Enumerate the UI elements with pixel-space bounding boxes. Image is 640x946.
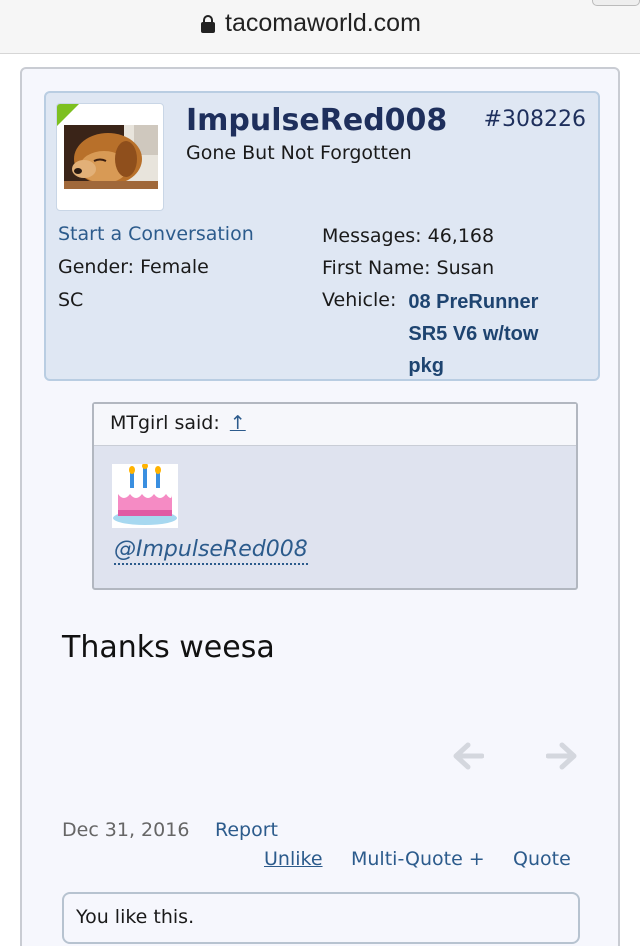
browser-url-bar[interactable]: tacomaworld.com: [0, 0, 640, 54]
unlike-link[interactable]: Unlike: [264, 848, 323, 870]
first-name-row: First Name: Susan: [322, 257, 568, 289]
arrow-left-icon[interactable]: [452, 741, 484, 771]
quote-header: MTgirl said: ↑: [94, 404, 576, 446]
avatar[interactable]: [56, 103, 164, 211]
vehicle-row: Vehicle: 08 PreRunner SR5 V6 w/tow pkg: [322, 289, 568, 382]
dog-avatar-image: [64, 125, 158, 189]
jump-to-quote-link[interactable]: ↑: [230, 412, 246, 434]
messages-value: 46,168: [427, 225, 495, 247]
quote-author: MTgirl said:: [110, 412, 220, 434]
arrow-right-icon[interactable]: [546, 741, 578, 771]
lock-icon: [201, 15, 215, 33]
gender-row: Gender: Female: [58, 256, 254, 289]
user-info-right: Messages: 46,168 First Name: Susan Vehic…: [322, 225, 568, 382]
post-date[interactable]: Dec 31, 2016: [62, 819, 189, 841]
birthday-cake-icon: [112, 464, 178, 528]
likes-summary: You like this.: [62, 892, 580, 944]
user-info-left: Start a Conversation Gender: Female SC: [58, 223, 254, 322]
vehicle-label: Vehicle:: [322, 289, 397, 311]
gender-value: Female: [140, 256, 209, 278]
start-conversation-link[interactable]: Start a Conversation: [58, 223, 254, 256]
online-badge-icon: [57, 104, 79, 126]
report-link[interactable]: Report: [215, 819, 278, 841]
quote-block: MTgirl said: ↑ @ImpulseRed008: [92, 402, 578, 590]
post-number[interactable]: #308226: [484, 107, 586, 132]
first-name-value: Susan: [436, 257, 495, 279]
forum-post: ImpulseRed008 #308226 Gone But Not Forgo…: [20, 67, 620, 946]
first-name-label: First Name:: [322, 257, 431, 279]
multi-quote-link[interactable]: Multi-Quote +: [351, 848, 485, 870]
quote-link[interactable]: Quote: [513, 848, 571, 870]
username[interactable]: ImpulseRed008: [186, 103, 447, 138]
messages-label: Messages:: [322, 225, 422, 247]
mention-link[interactable]: @ImpulseRed008: [114, 537, 308, 565]
messages-row: Messages: 46,168: [322, 225, 568, 257]
vehicle-value: 08 PreRunner SR5 V6 w/tow pkg: [408, 291, 539, 377]
user-info-box: ImpulseRed008 #308226 Gone But Not Forgo…: [44, 91, 600, 381]
location-value: SC: [58, 289, 84, 311]
gender-label: Gender:: [58, 256, 135, 278]
url-domain[interactable]: tacomaworld.com: [225, 9, 421, 38]
user-title: Gone But Not Forgotten: [186, 142, 412, 164]
post-message: Thanks weesa: [62, 630, 275, 665]
browser-tab-corner: [592, 0, 640, 6]
